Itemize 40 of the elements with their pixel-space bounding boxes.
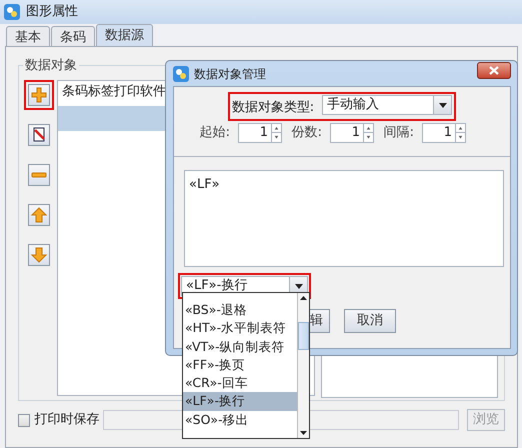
number-spinner[interactable]: 1 <box>238 122 282 142</box>
scroll-thumb[interactable] <box>298 322 309 350</box>
checkbox[interactable] <box>18 414 30 426</box>
spinner-label: 起始: <box>198 124 230 142</box>
tab[interactable]: 条码 <box>51 26 95 46</box>
type-dropdown[interactable]: 手动输入 <box>322 95 452 115</box>
app-icon <box>4 4 20 20</box>
text-area[interactable]: «LF» <box>184 170 504 267</box>
checkbox-label: 打印时保存 <box>34 411 100 430</box>
scrollbar[interactable] <box>297 293 309 438</box>
spinner-label: 间隔: <box>382 124 414 142</box>
dropdown-option[interactable]: «FF»-换页 <box>183 356 297 374</box>
remove-button[interactable] <box>28 164 50 186</box>
dropdown-option[interactable]: «BS»-退格 <box>183 301 297 320</box>
dropdown-option[interactable]: «SO»-移出 <box>183 410 297 430</box>
dropdown-option[interactable]: «CR»-回车 <box>183 374 297 392</box>
caret-icon <box>294 284 302 288</box>
edit-button[interactable] <box>28 124 50 146</box>
arrow-icon <box>31 207 47 223</box>
dropdown-option[interactable]: «HT»-水平制表符 <box>183 319 297 338</box>
dropdown-option[interactable]: «VT»-纵向制表符 <box>183 338 297 356</box>
dropdown-option[interactable]: «LF»-换行 <box>183 392 297 411</box>
dialog-button[interactable]: 取消 <box>344 309 396 333</box>
caret-icon <box>438 102 447 108</box>
pencil-icon <box>31 127 47 143</box>
move-down-button[interactable] <box>28 244 50 266</box>
window-title: 图形属性 <box>26 3 78 22</box>
dialog-title: 数据对象管理 <box>194 66 266 82</box>
tab[interactable]: 基本 <box>6 26 50 46</box>
move-up-button[interactable] <box>28 204 50 226</box>
close-icon <box>489 66 499 75</box>
type-label: 数据对象类型: <box>232 99 316 117</box>
number-spinner[interactable]: 1 <box>330 122 374 142</box>
plus-icon <box>31 87 47 103</box>
arrow-icon <box>31 247 47 263</box>
number-spinner[interactable]: 1 <box>422 122 466 142</box>
app-icon <box>173 66 189 82</box>
spinner-label: 份数: <box>290 124 322 142</box>
tab[interactable]: 数据源 <box>96 24 153 46</box>
close-button[interactable] <box>477 62 511 79</box>
